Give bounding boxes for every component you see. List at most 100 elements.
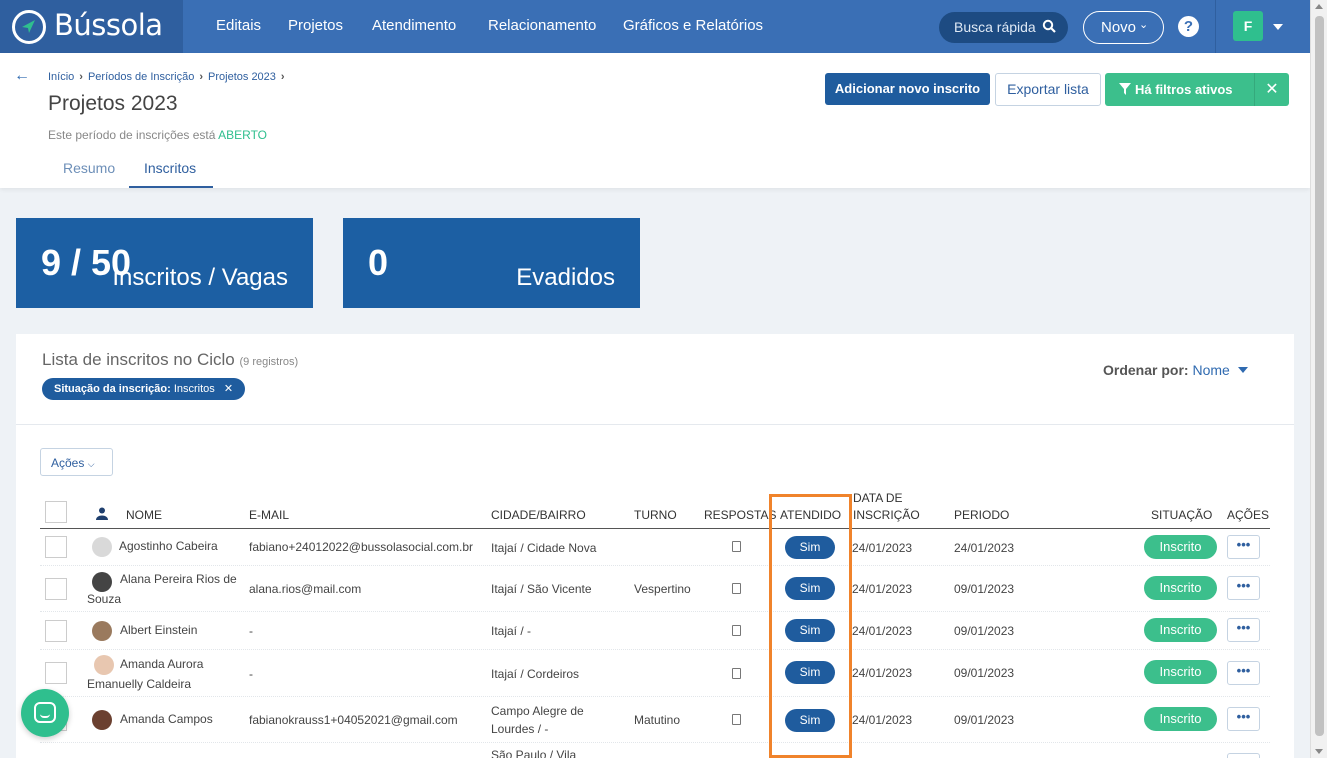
name[interactable]: Agostinho Cabeira [119,539,218,553]
status-badge: Inscrito [1144,535,1217,559]
turno: Vespertino [634,582,691,596]
col-data-inscricao-1[interactable]: DATA DE [853,491,903,505]
periodo: 09/01/2023 [954,582,1015,596]
document-icon[interactable] [732,714,741,725]
close-icon[interactable]: ✕ [224,383,233,395]
table-row: Amanda Campos fabianokrauss1+04052021@gm… [40,697,1270,743]
col-situacao[interactable]: SITUAÇÃO [1151,508,1212,522]
logo[interactable]: Bússola [0,0,183,53]
compass-icon [12,10,46,44]
name-cont[interactable]: Souza [87,592,121,606]
filter-chip[interactable]: Situação da inscrição: Inscritos ✕ [42,378,246,400]
col-respostas[interactable]: RESPOSTAS [704,508,776,522]
record-count: (9 registros) [239,356,299,368]
periodo: 09/01/2023 [954,666,1015,680]
row-actions-button[interactable] [1227,753,1260,758]
avatar [94,655,114,675]
list-title: Lista de inscritos no Ciclo (9 registros… [42,350,299,369]
document-icon[interactable] [732,541,741,552]
scroll-down-icon[interactable] [1315,749,1323,754]
acoes-dropdown[interactable]: Ações ⌵ [40,448,113,476]
row-checkbox[interactable] [45,536,67,558]
stat-card-evadidos: 0 Evadidos [343,218,640,308]
stat-label: Inscritos / Vagas [112,264,288,291]
search-label: Busca rápida [954,19,1036,35]
table-row: Amanda Aurora Emanuelly Caldeira - Itaja… [40,650,1270,697]
name[interactable]: Amanda Aurora [120,657,203,671]
city: Itajaí / Cordeiros [491,667,580,681]
col-turno[interactable]: TURNO [634,508,677,522]
filters-label: Há filtros ativos [1119,82,1233,97]
status-badge: Inscrito [1144,576,1217,600]
email: - [249,624,253,638]
order-by[interactable]: Ordenar por: Nome [1103,362,1248,378]
tab-resumo[interactable]: Resumo [63,160,115,176]
help-icon[interactable]: ? [1178,16,1199,37]
inscritos-panel: Lista de inscritos no Ciclo (9 registros… [16,334,1294,758]
row-actions-button[interactable]: ••• [1227,535,1260,559]
avatar [92,572,112,592]
scroll-up-icon[interactable] [1315,4,1323,9]
document-icon[interactable] [732,668,741,679]
row-actions-button[interactable]: ••• [1227,661,1260,685]
page-header: ← Início › Períodos de Inscrição › Projetos … [0,53,1310,188]
order-value[interactable]: Nome [1192,362,1229,378]
breadcrumb-periodos[interactable]: Períodos de Inscrição [88,71,194,83]
row-actions-button[interactable]: ••• [1227,576,1260,600]
document-icon[interactable] [732,583,741,594]
clear-filters-button[interactable]: ✕ [1254,73,1289,106]
data-inscricao: 24/01/2023 [852,541,913,555]
col-nome[interactable]: NOME [126,508,162,522]
name[interactable]: Alana Pereira Rios de [120,572,237,586]
col-email[interactable]: E-MAIL [249,508,289,522]
email: - [249,667,253,681]
avatar [92,537,112,557]
nav-relacionamento[interactable]: Relacionamento [488,17,596,34]
chat-widget[interactable] [21,689,69,737]
divider [16,424,1294,425]
tab-inscritos[interactable]: Inscritos [144,160,196,176]
col-periodo[interactable]: PERIODO [954,508,1009,522]
stat-value: 0 [368,242,389,283]
user-avatar[interactable]: F [1233,11,1263,41]
back-arrow-icon[interactable]: ← [14,67,30,85]
novo-button[interactable]: Novo ⌄ [1083,11,1164,44]
name[interactable]: Albert Einstein [120,623,197,637]
status-badge: Inscrito [1144,660,1217,684]
scrollbar[interactable] [1310,0,1327,758]
avatar [92,621,112,641]
stat-label: Evadidos [516,264,615,291]
row-checkbox[interactable] [45,620,67,642]
nav-projetos[interactable]: Projetos [288,17,343,34]
table-row: Alana Pereira Rios de Souza alana.rios@m… [40,566,1270,612]
export-list-button[interactable]: Exportar lista [995,73,1101,106]
user-menu-caret-icon[interactable] [1273,24,1283,30]
breadcrumb-inicio[interactable]: Início [48,71,74,83]
city-cont: Lourdes / - [491,722,549,736]
col-acoes[interactable]: AÇÕES [1227,508,1269,522]
document-icon[interactable] [732,625,741,636]
row-actions-button[interactable]: ••• [1227,707,1260,731]
city: Campo Alegre de [491,704,584,718]
name[interactable]: Amanda Campos [120,712,213,726]
quick-search[interactable]: Busca rápida [939,12,1068,43]
col-data-inscricao-2[interactable]: INSCRIÇÃO [853,508,920,522]
select-all-checkbox[interactable] [45,501,67,523]
chevron-down-icon: ⌵ [87,459,95,469]
data-inscricao: 24/01/2023 [852,666,913,680]
avatar [92,710,112,730]
col-cidade[interactable]: CIDADE/BAIRRO [491,508,586,522]
nav-graficos-relatorios[interactable]: Gráficos e Relatórios [623,17,763,34]
scrollbar-thumb[interactable] [1315,16,1324,736]
periodo: 24/01/2023 [954,541,1015,555]
nav-editais[interactable]: Editais [216,17,261,34]
row-checkbox[interactable] [45,578,67,600]
row-actions-button[interactable]: ••• [1227,618,1260,642]
name-cont[interactable]: Emanuelly Caldeira [87,677,191,691]
nav-atendimento[interactable]: Atendimento [372,17,456,34]
breadcrumb-projetos[interactable]: Projetos 2023 [208,71,276,83]
email: alana.rios@mail.com [249,582,362,596]
add-inscrito-button[interactable]: Adicionar novo inscrito [825,73,990,105]
active-filters-button[interactable]: Há filtros ativos ✕ [1105,73,1289,106]
row-checkbox[interactable] [45,662,67,684]
